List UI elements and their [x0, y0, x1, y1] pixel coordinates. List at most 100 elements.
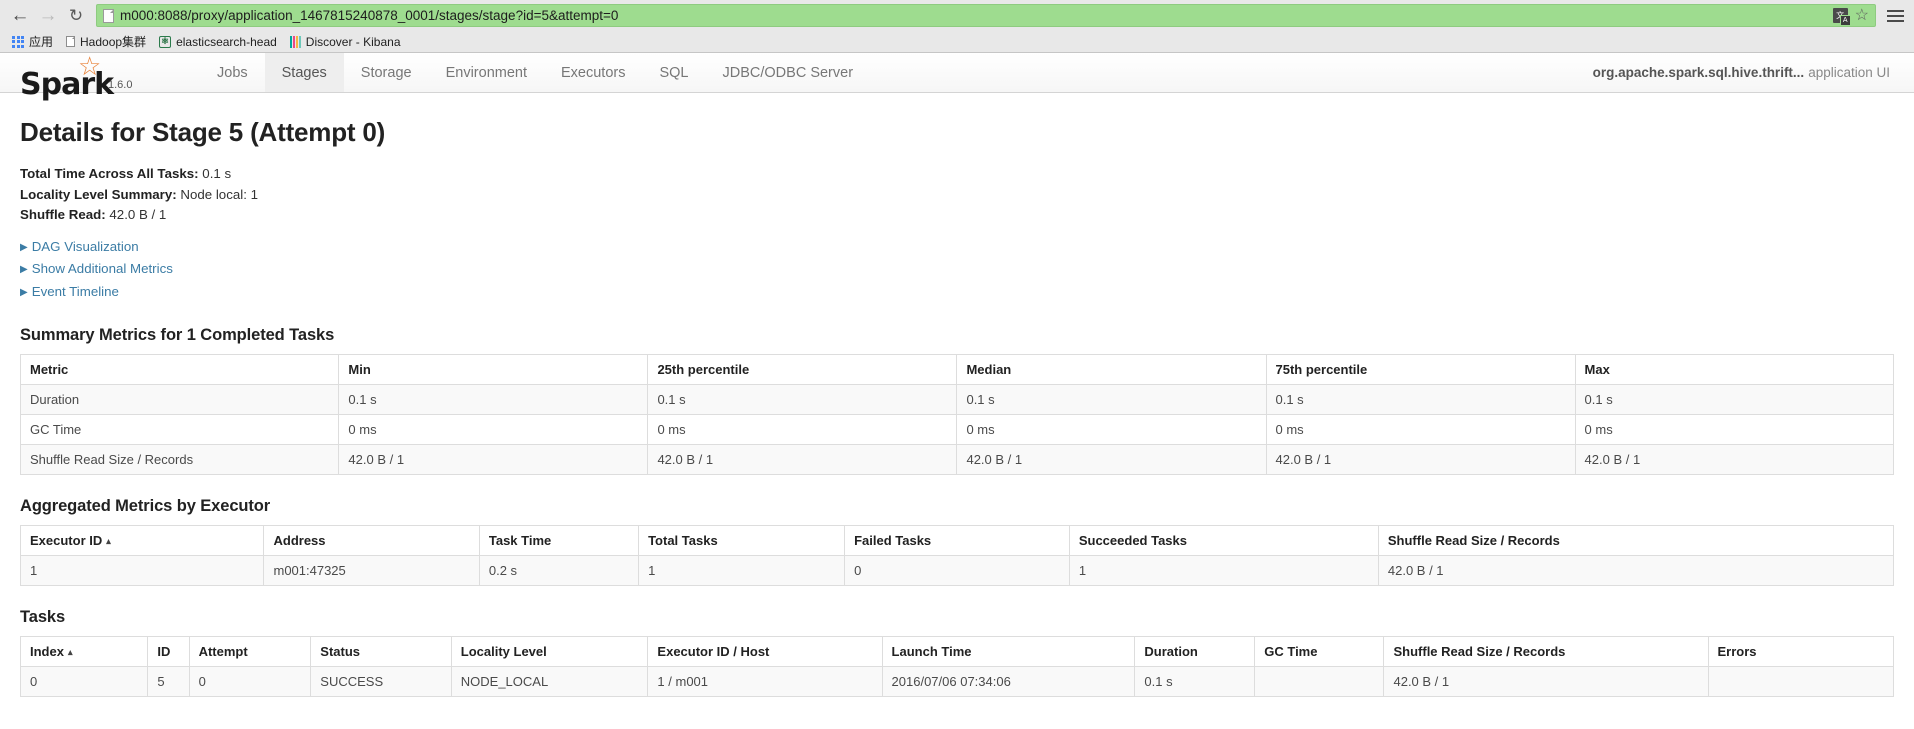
kibana-icon — [289, 35, 301, 48]
cell-75th: 0 ms — [1265, 414, 1576, 445]
translate-icon[interactable]: 文 — [1832, 8, 1851, 26]
tab-jdbc-odbc-server[interactable]: JDBC/ODBC Server — [706, 53, 871, 92]
cell-address: m001:47325 — [263, 555, 480, 586]
table-body: Duration 0.1 s 0.1 s 0.1 s 0.1 s 0.1 s G… — [19, 384, 1895, 475]
spark-logo[interactable]: Spark ☆ 1.6.0 — [0, 51, 160, 100]
col-launch-time[interactable]: Launch Time — [881, 636, 1136, 667]
col-succeeded-tasks[interactable]: Succeeded Tasks — [1068, 525, 1379, 556]
toggle-event-timeline[interactable]: ▶ Event Timeline — [20, 282, 1894, 305]
col-executor-id-host[interactable]: Executor ID / Host — [647, 636, 883, 667]
elasticsearch-icon: ⚛ — [159, 35, 172, 48]
tab-storage[interactable]: Storage — [344, 53, 429, 92]
col-label: Index — [30, 644, 64, 659]
col-min[interactable]: Min — [338, 354, 649, 385]
col-failed-tasks[interactable]: Failed Tasks — [844, 525, 1070, 556]
table-head: Index ▴ ID Attempt Status Locality Level … — [19, 636, 1894, 667]
cell-median: 0 ms — [956, 414, 1267, 445]
bookmark-apps[interactable]: 应用 — [8, 32, 60, 51]
tab-environment[interactable]: Environment — [429, 53, 544, 92]
cell-id: 5 — [147, 666, 190, 697]
aggregated-metrics-table: Executor ID ▴ Address Task Time Total Tas… — [19, 525, 1895, 586]
cell-duration: 0.1 s — [1134, 666, 1256, 697]
cell-failed-tasks: 0 — [844, 555, 1070, 586]
tab-stages[interactable]: Stages — [264, 53, 344, 92]
chevron-right-icon: ▶ — [20, 264, 28, 275]
col-gc-time[interactable]: GC Time — [1254, 636, 1385, 667]
back-arrow-icon[interactable]: ← — [6, 2, 34, 30]
cell-task-time: 0.2 s — [478, 555, 640, 586]
summary-value: Node local: 1 — [180, 186, 258, 202]
tab-executors[interactable]: Executors — [544, 53, 642, 92]
summary-value: 0.1 s — [202, 166, 232, 181]
cell-75th: 0.1 s — [1265, 384, 1576, 415]
cell-metric: Shuffle Read Size / Records — [19, 444, 340, 475]
star-icon: ☆ — [78, 51, 102, 81]
col-address[interactable]: Address — [263, 525, 480, 556]
cell-25th: 42.0 B / 1 — [647, 444, 958, 475]
forward-arrow-icon[interactable]: → — [34, 2, 62, 30]
col-status[interactable]: Status — [310, 636, 452, 667]
cell-executor-id: 1 — [19, 555, 265, 586]
cell-25th: 0 ms — [647, 414, 958, 445]
spark-navbar: Spark ☆ 1.6.0 Jobs Stages Storage Enviro… — [0, 51, 1914, 100]
col-id[interactable]: ID — [147, 636, 190, 667]
col-index[interactable]: Index ▴ — [19, 636, 149, 667]
bookmarks-bar: 应用 Hadoop集群 ⚛ elasticsearch-head Discove… — [0, 31, 1914, 52]
col-25th-percentile[interactable]: 25th percentile — [647, 354, 958, 385]
cell-25th: 0.1 s — [647, 384, 958, 415]
toggle-dag-visualization[interactable]: ▶ DAG Visualization — [20, 237, 1894, 260]
bookmark-elasticsearch-head[interactable]: ⚛ elasticsearch-head — [155, 34, 284, 50]
cell-attempt: 0 — [188, 666, 312, 697]
sort-ascending-icon: ▴ — [106, 536, 111, 546]
col-75th-percentile[interactable]: 75th percentile — [1265, 354, 1576, 385]
col-shuffle-read-size-records[interactable]: Shuffle Read Size / Records — [1377, 525, 1895, 556]
cell-median: 0.1 s — [956, 384, 1267, 415]
table-header-row: Index ▴ ID Attempt Status Locality Level … — [19, 636, 1894, 667]
cell-max: 0.1 s — [1574, 384, 1895, 415]
toggle-show-additional-metrics[interactable]: ▶ Show Additional Metrics — [20, 259, 1894, 282]
summary-label: Shuffle Read: — [20, 207, 106, 222]
col-executor-id[interactable]: Executor ID ▴ — [19, 525, 265, 556]
table-row: Duration 0.1 s 0.1 s 0.1 s 0.1 s 0.1 s — [19, 384, 1895, 415]
table-row: GC Time 0 ms 0 ms 0 ms 0 ms 0 ms — [19, 414, 1895, 445]
browser-menu-icon[interactable] — [1887, 9, 1904, 22]
aggregated-metrics-title: Aggregated Metrics by Executor — [20, 497, 271, 515]
cell-index: 0 — [19, 666, 149, 697]
reload-icon[interactable]: ↻ — [62, 2, 90, 30]
table-row: 1 m001:47325 0.2 s 1 0 1 42.0 B / 1 — [19, 555, 1895, 586]
browser-toolbar: ← → ↻ m000:8088/proxy/application_146781… — [0, 0, 1914, 31]
toggle-label: Show Additional Metrics — [31, 261, 173, 276]
table-header-row: Metric Min 25th percentile Median 75th p… — [19, 354, 1895, 385]
address-bar[interactable]: m000:8088/proxy/application_146781524087… — [96, 4, 1876, 27]
bookmark-label: Discover - Kibana — [305, 34, 401, 49]
cell-min: 0 ms — [338, 414, 649, 445]
table-head: Metric Min 25th percentile Median 75th p… — [19, 354, 1895, 385]
col-duration[interactable]: Duration — [1134, 636, 1256, 667]
col-attempt[interactable]: Attempt — [188, 636, 312, 667]
col-locality-level[interactable]: Locality Level — [450, 636, 649, 667]
col-shuffle-read-size-records[interactable]: Shuffle Read Size / Records — [1383, 636, 1709, 667]
cell-median: 42.0 B / 1 — [956, 444, 1267, 475]
sort-ascending-icon: ▴ — [67, 647, 73, 657]
summary-metrics-table: Metric Min 25th percentile Median 75th p… — [19, 354, 1895, 475]
col-total-tasks[interactable]: Total Tasks — [638, 525, 846, 556]
col-max[interactable]: Max — [1574, 354, 1895, 385]
col-median[interactable]: Median — [956, 354, 1267, 385]
tab-jobs[interactable]: Jobs — [200, 53, 265, 92]
cell-max: 0 ms — [1574, 414, 1895, 445]
tasks-title: Tasks — [20, 608, 66, 626]
col-metric[interactable]: Metric — [19, 354, 340, 385]
bookmark-hadoop[interactable]: Hadoop集群 — [62, 32, 153, 51]
col-errors[interactable]: Errors — [1707, 636, 1894, 667]
cell-gc-time — [1254, 666, 1385, 697]
table-header-row: Executor ID ▴ Address Task Time Total Tas… — [19, 525, 1895, 556]
toggle-links: ▶ DAG Visualization ▶ Show Additional Metr… — [20, 237, 1894, 305]
table-body: 1 m001:47325 0.2 s 1 0 1 42.0 B / 1 — [19, 555, 1895, 586]
col-task-time[interactable]: Task Time — [478, 525, 640, 556]
bookmark-discover-kibana[interactable]: Discover - Kibana — [286, 34, 408, 50]
tab-sql[interactable]: SQL — [642, 53, 705, 92]
table-row: Shuffle Read Size / Records 42.0 B / 1 4… — [19, 444, 1895, 475]
bookmark-star-icon[interactable]: ☆ — [1855, 7, 1869, 24]
cell-min: 0.1 s — [338, 384, 649, 415]
summary-value: 42.0 B / 1 — [109, 207, 167, 222]
